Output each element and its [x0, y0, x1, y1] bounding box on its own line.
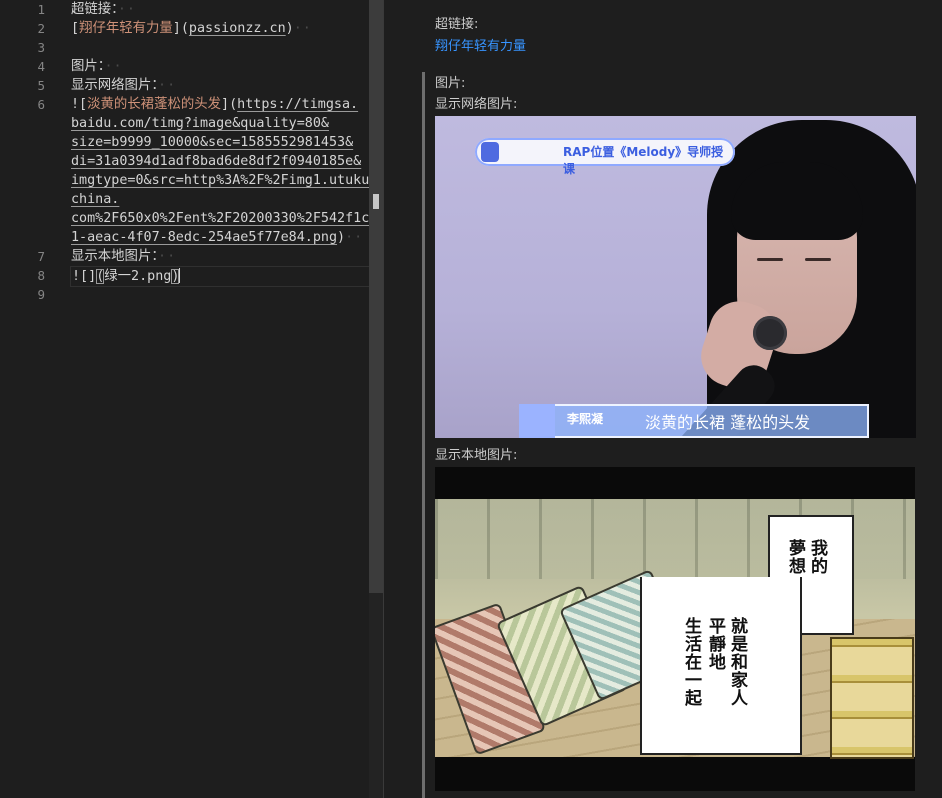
line-number: 1	[37, 2, 45, 17]
bubble-text-line: 平靜地	[705, 617, 725, 671]
image-alt-text: 淡黄的长裙蓬松的头发	[87, 97, 222, 112]
link-label-text: 翔仔年轻有力量	[79, 21, 173, 36]
image-src-text: 绿一2.png	[104, 269, 172, 284]
code-line[interactable]: ![淡黄的长裙蓬松的头发](https://timgsa.	[71, 95, 358, 114]
code-line-wrap[interactable]: china.	[71, 190, 119, 209]
lyric-subtitle: 淡黄的长裙 蓬松的头发	[645, 413, 811, 432]
line-number: 5	[37, 78, 45, 93]
images-heading: 图片:	[435, 76, 466, 91]
bubble-text-line: 夢想	[785, 539, 805, 575]
bubble-text-line: 我的	[807, 539, 827, 575]
line-number: 3	[37, 40, 45, 55]
code-line[interactable]: 超链接：··	[71, 0, 136, 19]
code-line-wrap[interactable]: imgtype=0&src=http%3A%2F%2Fimg1.utuku.	[71, 171, 377, 190]
code-line[interactable]: [翔仔年轻有力量](passionzz.cn)··	[71, 19, 312, 38]
hyperlink[interactable]: 翔仔年轻有力量	[435, 37, 526, 57]
current-code-line[interactable]: ![](绿一2.png)	[70, 266, 380, 287]
code-line-wrap[interactable]: com%2F650x0%2Fent%2F20200330%2F542f1c3	[71, 209, 377, 228]
image-url-text[interactable]: imgtype=0&src=http%3A%2F%2Fimg1.utuku.	[71, 173, 377, 188]
network-image-heading: 显示网络图片:	[435, 97, 518, 112]
line-text: 超链接：	[71, 2, 118, 17]
code-line-wrap[interactable]: baidu.com/timg?image&quality=80&	[71, 114, 329, 133]
image-url-text[interactable]: china.	[71, 192, 119, 207]
scroll-position-marker	[373, 194, 379, 209]
code-line-wrap[interactable]: 1-aeac-4f07-8edc-254ae5f77e84.png)··	[71, 228, 363, 247]
banner-text: RAP位置《Melody》导师授课	[563, 145, 724, 176]
eye-shape	[805, 258, 831, 261]
image-url-text[interactable]: di=31a0394d1adf8bad6de8df2f0940185e&	[71, 154, 361, 169]
image-url-text[interactable]: baidu.com/timg?image&quality=80&	[71, 116, 329, 131]
line-number: 8	[37, 268, 45, 283]
image-url-text[interactable]: https://timgsa.	[237, 97, 358, 112]
bubble-text-line: 就是和家人	[727, 617, 747, 707]
code-line-wrap[interactable]: size=b9999_10000&sec=1585552981453&	[71, 133, 353, 152]
line-number: 2	[37, 21, 45, 36]
image-url-text[interactable]: 1-aeac-4f07-8edc-254ae5f77e84.png	[71, 230, 337, 245]
bubble-text-line: 生活在一起	[681, 617, 701, 707]
image-url-text[interactable]: com%2F650x0%2Fent%2F20200330%2F542f1c3	[71, 211, 377, 226]
line-number: 7	[37, 249, 45, 264]
text-caret	[179, 268, 181, 283]
speech-bubble: 就是和家人 平靜地 生活在一起	[640, 577, 802, 755]
line-number: 9	[37, 287, 45, 302]
code-line[interactable]: 显示网络图片：··	[71, 76, 176, 95]
show-banner: RAP位置《Melody》导师授课	[475, 138, 735, 176]
blockquote-bar	[422, 72, 425, 798]
hyperlink-heading: 超链接:	[435, 17, 479, 32]
markdown-editor[interactable]: 1 2 3 4 5 6 7 8 9 超链接：·· [翔仔年轻有力量](passi…	[0, 0, 384, 798]
microphone-head-shape	[753, 316, 787, 350]
line-text: 显示本地图片：	[71, 249, 159, 264]
caption-logo-icon	[519, 404, 555, 438]
performer-name: 李熙凝	[567, 412, 604, 426]
fringe-shape	[731, 162, 863, 240]
image-url-text[interactable]: size=b9999_10000&sec=1585552981453&	[71, 135, 353, 150]
subtitle-bar: 李熙凝 淡黄的长裙 蓬松的头发	[519, 404, 869, 438]
link-url-text[interactable]: passionzz.cn	[189, 21, 286, 36]
local-image-heading: 显示本地图片:	[435, 448, 518, 463]
shelf-shape	[830, 637, 914, 759]
code-line[interactable]: 图片：··	[71, 57, 123, 76]
code-line[interactable]: 显示本地图片：··	[71, 247, 176, 266]
local-image[interactable]: 我的 夢想 就是和家人 平靜地 生活在一起	[435, 467, 915, 791]
line-text: 显示网络图片：	[71, 78, 159, 93]
eye-shape	[757, 258, 783, 261]
line-text: 图片：	[71, 59, 105, 74]
code-line-wrap[interactable]: di=31a0394d1adf8bad6de8df2f0940185e&	[71, 152, 361, 171]
editor-scrollbar-thumb[interactable]	[369, 0, 383, 593]
line-number: 6	[37, 97, 45, 112]
network-image[interactable]: RAP位置《Melody》导师授课 李熙凝 淡黄的长裙 蓬松的头发	[435, 116, 916, 438]
line-number: 4	[37, 59, 45, 74]
show-logo-icon	[481, 142, 499, 162]
